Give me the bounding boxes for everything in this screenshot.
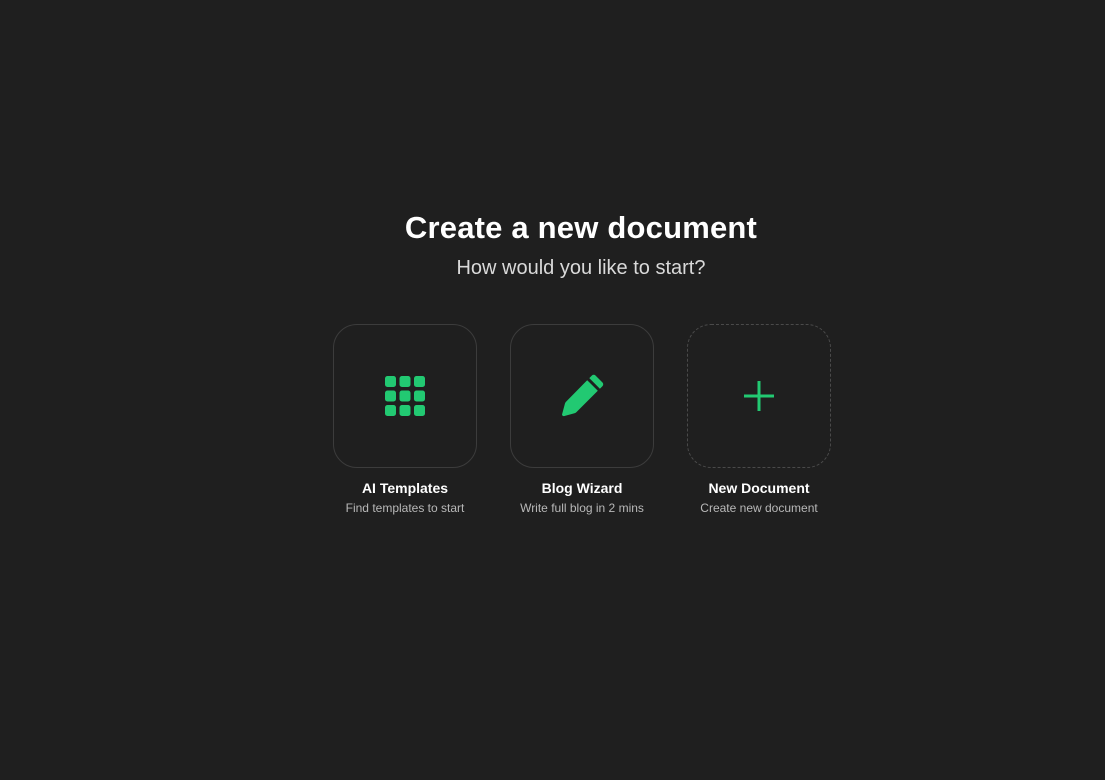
blog-wizard-option[interactable]: Blog Wizard Write full blog in 2 mins: [510, 324, 654, 515]
create-document-page: Create a new document How would you like…: [0, 0, 1105, 780]
blog-wizard-label: Blog Wizard: [541, 480, 623, 496]
ai-templates-description: Find templates to start: [345, 501, 465, 515]
page-title: Create a new document: [404, 210, 758, 245]
pencil-icon: [559, 373, 605, 419]
new-document-tile[interactable]: [687, 324, 831, 468]
start-options: AI Templates Find templates to start Blo…: [333, 324, 831, 515]
ai-templates-label: AI Templates: [361, 480, 449, 496]
ai-templates-option[interactable]: AI Templates Find templates to start: [333, 324, 477, 515]
ai-templates-tile[interactable]: [333, 324, 477, 468]
grid-icon: [385, 376, 425, 416]
page-subtitle: How would you like to start?: [456, 257, 706, 279]
plus-icon: [742, 379, 776, 413]
new-document-label: New Document: [708, 480, 810, 496]
new-document-option[interactable]: New Document Create new document: [687, 324, 831, 515]
new-document-description: Create new document: [700, 501, 818, 515]
blog-wizard-description: Write full blog in 2 mins: [520, 501, 644, 515]
blog-wizard-tile[interactable]: [510, 324, 654, 468]
